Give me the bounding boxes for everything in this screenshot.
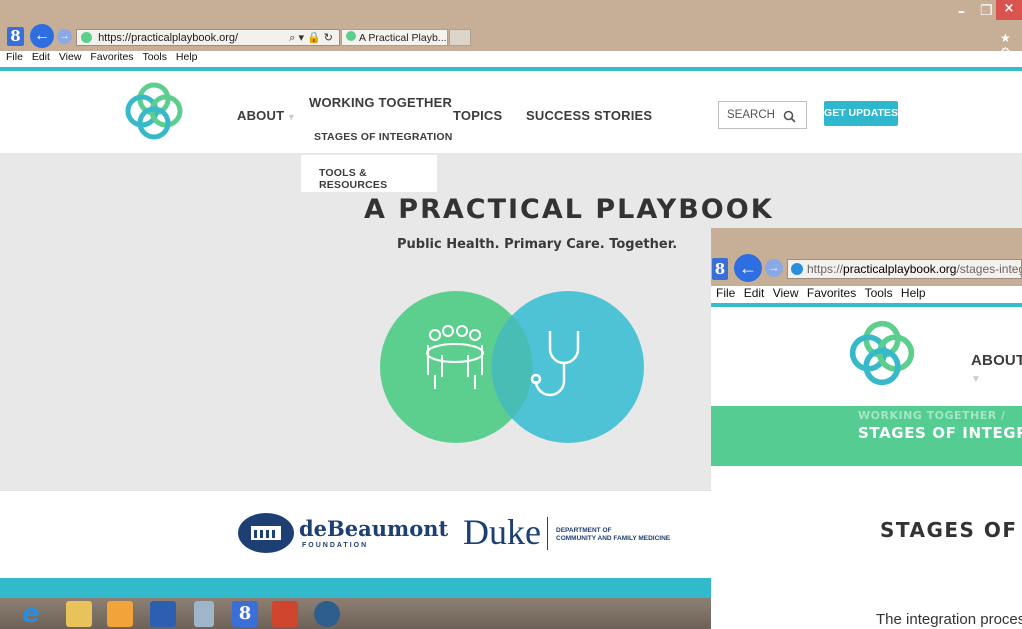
close-button[interactable]: ×: [996, 0, 1022, 20]
internet-explorer-icon[interactable]: e: [22, 601, 48, 627]
nav-dropdown-menu: TOOLS & RESOURCES: [301, 154, 437, 192]
debeaumont-sub: FOUNDATION: [302, 542, 369, 549]
address-url: https://practicalplaybook.org/: [98, 32, 239, 44]
address-bar-front[interactable]: https://practicalplaybook.org/stages-int…: [787, 259, 1022, 279]
menu-view[interactable]: View: [59, 51, 82, 63]
dropdown-stages-of-integration[interactable]: STAGES OF INTEGRATION: [314, 131, 453, 143]
nav-working-together[interactable]: WORKING TOGETHER: [309, 95, 452, 110]
venn-diagram: [380, 291, 644, 443]
file-explorer-icon[interactable]: [66, 601, 92, 627]
menu-bar-front: File Edit View Favorites Tools Help: [711, 286, 1022, 303]
browser-window-front: 8 ← → https://practicalplaybook.org/stag…: [711, 228, 1022, 629]
ie-page-icon: [791, 263, 803, 275]
get-updates-button[interactable]: GET UPDATES: [824, 101, 898, 126]
nav-about-label: ABOUT: [237, 108, 285, 123]
hero-subtitle: Public Health. Primary Care. Together.: [397, 237, 678, 252]
page-intro-text: The integration process: [876, 611, 1022, 628]
address-tools[interactable]: ⌕ ▾ 🔒 ↻: [289, 31, 333, 45]
hero-title: A PRACTICAL PLAYBOOK: [364, 194, 774, 225]
nav-topics[interactable]: TOPICS: [453, 108, 502, 123]
menu-view[interactable]: View: [773, 286, 799, 300]
chevron-down-icon: ▼: [971, 374, 982, 385]
menu-help[interactable]: Help: [901, 286, 926, 300]
menu-file[interactable]: File: [6, 51, 23, 63]
menu-tools[interactable]: Tools: [142, 51, 167, 63]
tab-favicon: [346, 31, 356, 41]
menu-favorites[interactable]: Favorites: [807, 286, 856, 300]
search-placeholder: SEARCH: [727, 109, 775, 121]
duke-department: DEPARTMENT OF COMMUNITY AND FAMILY MEDIC…: [556, 527, 670, 543]
new-tab-button[interactable]: [449, 29, 471, 46]
forward-button[interactable]: →: [57, 29, 72, 44]
duke-department-line1: DEPARTMENT OF: [556, 527, 612, 534]
menu-edit[interactable]: Edit: [32, 51, 50, 63]
nav-about[interactable]: ABOUT ▼: [237, 108, 296, 123]
forward-button-front[interactable]: →: [765, 259, 783, 277]
site-favicon: [81, 32, 92, 43]
word-icon[interactable]: [150, 601, 176, 627]
playbook-logo-icon[interactable]: [847, 318, 917, 388]
breadcrumb[interactable]: WORKING TOGETHER /: [858, 409, 1006, 422]
menu-favorites[interactable]: Favorites: [90, 51, 133, 63]
address-domain: practicalplaybook.org: [843, 262, 957, 276]
dropdown-tools-resources[interactable]: TOOLS & RESOURCES: [319, 167, 437, 191]
banner-title: STAGES OF INTEGRATIC: [858, 424, 1022, 442]
address-bar[interactable]: https://practicalplaybook.org/ ⌕ ▾ 🔒 ↻: [76, 29, 340, 46]
nav-success-stories[interactable]: SUCCESS STORIES: [526, 108, 652, 123]
google-toolbar-icon-front[interactable]: 8: [712, 258, 728, 280]
site-top-border-front: [711, 303, 1022, 307]
google-icon[interactable]: 8: [232, 601, 258, 627]
debeaumont-name: deBeaumont: [299, 516, 449, 541]
nav-about-front[interactable]: ABOUT ▼: [971, 352, 1022, 386]
menu-tools[interactable]: Tools: [865, 286, 893, 300]
duke-divider: [547, 517, 548, 550]
nav-about-label: ABOUT: [971, 352, 1022, 369]
calculator-icon[interactable]: [194, 601, 214, 627]
menu-edit[interactable]: Edit: [744, 286, 765, 300]
menu-help[interactable]: Help: [176, 51, 198, 63]
debeaumont-logo-icon[interactable]: [237, 512, 295, 554]
duke-logo[interactable]: Duke: [463, 511, 541, 553]
restore-button[interactable]: ❐: [980, 3, 993, 19]
address-prefix: https://: [807, 262, 844, 276]
minimize-button[interactable]: –: [958, 4, 965, 20]
google-toolbar-icon[interactable]: 8: [7, 27, 24, 46]
address-path: /stages-integra: [956, 262, 1021, 276]
search-icon[interactable]: [783, 110, 796, 123]
duke-department-line2: COMMUNITY AND FAMILY MEDICINE: [556, 535, 671, 542]
playbook-logo-icon[interactable]: [123, 80, 185, 142]
menu-bar: File Edit View Favorites Tools Help: [0, 51, 1022, 67]
tab-practical-playbook[interactable]: A Practical Playb... ×: [341, 29, 448, 46]
back-button-front[interactable]: ←: [734, 254, 762, 282]
back-button[interactable]: ←: [30, 24, 54, 48]
outlook-icon[interactable]: [107, 601, 133, 627]
page-heading: STAGES OF IN: [880, 518, 1022, 542]
powerpoint-icon[interactable]: [272, 601, 298, 627]
menu-file[interactable]: File: [716, 286, 735, 300]
app-icon[interactable]: [314, 601, 340, 627]
tab-title: A Practical Playb...: [359, 32, 447, 44]
chevron-down-icon: ▼: [284, 112, 297, 122]
search-input[interactable]: SEARCH: [718, 101, 807, 129]
